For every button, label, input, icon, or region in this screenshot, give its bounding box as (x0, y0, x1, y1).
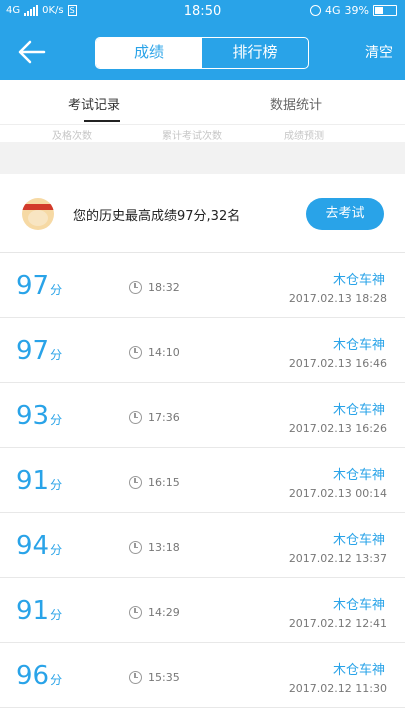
record-user: 木仓车神 (332, 533, 385, 548)
network-right-label: 4G (325, 4, 341, 17)
clock-icon (129, 671, 142, 684)
record-date: 2017.02.12 11:30 (288, 682, 387, 695)
record-score: 97分 (16, 271, 62, 305)
record-score: 91分 (16, 466, 62, 500)
tab-underline (84, 120, 120, 122)
stats-row: 及格次数 累计考试次数 成绩预测 (0, 124, 405, 143)
go-exam-button[interactable]: 去考试 (306, 198, 384, 230)
sub-tabs: 考试记录 数据统计 (0, 80, 405, 124)
record-date: 2017.02.12 12:41 (288, 617, 387, 630)
alarm-icon (310, 5, 322, 16)
record-duration: 14:10 (148, 346, 180, 359)
record-user: 木仓车神 (332, 468, 385, 483)
record-row[interactable]: 96分 15:35 木仓车神 2017.02.12 11:30 (0, 643, 405, 708)
score-unit: 分 (50, 673, 63, 687)
clock-icon (129, 541, 142, 554)
best-score-text: 您的历史最高成绩97分,32名 (73, 209, 241, 224)
score-value: 91 (16, 466, 50, 496)
clock-icon (129, 606, 142, 619)
record-user: 木仓车神 (332, 273, 385, 288)
stat-total-exams: 累计考试次数 (162, 131, 222, 142)
segment-control: 成绩 排行榜 (95, 37, 309, 69)
record-row[interactable]: 94分 13:18 木仓车神 2017.02.12 13:37 (0, 513, 405, 578)
battery-icon (373, 5, 397, 16)
record-row[interactable]: 97分 18:32 木仓车神 2017.02.13 18:28 (0, 253, 405, 318)
status-right: 4G 39% (310, 4, 397, 17)
record-score: 97分 (16, 336, 62, 370)
clock-icon (129, 411, 142, 424)
record-user: 木仓车神 (332, 598, 385, 613)
record-date: 2017.02.13 18:28 (288, 292, 387, 305)
tab-scores[interactable]: 成绩 (96, 38, 202, 68)
records-list: 97分 18:32 木仓车神 2017.02.13 18:28 97分 14:10 木仓车神… (0, 253, 405, 708)
record-row[interactable]: 91分 16:15 木仓车神 2017.02.13 00:14 (0, 448, 405, 513)
clock-icon (129, 346, 142, 359)
record-date: 2017.02.13 00:14 (288, 487, 387, 500)
record-score: 91分 (16, 596, 62, 630)
clock-icon (129, 476, 142, 489)
stat-pass-count: 及格次数 (52, 131, 92, 142)
score-unit: 分 (50, 543, 63, 557)
record-duration: 17:36 (148, 411, 180, 424)
record-duration: 18:32 (148, 281, 180, 294)
score-value: 97 (16, 271, 50, 301)
battery-percent: 39% (344, 4, 369, 17)
best-score-card: 您的历史最高成绩97分,32名 去考试 (0, 174, 405, 253)
clock-icon (129, 281, 142, 294)
record-score: 94分 (16, 531, 62, 565)
record-row[interactable]: 97分 14:10 木仓车神 2017.02.13 16:46 (0, 318, 405, 383)
section-gap (0, 142, 405, 174)
score-value: 96 (16, 661, 50, 691)
score-unit: 分 (50, 608, 63, 622)
status-bar: 4G 0K/s S 18:50 4G 39% (0, 0, 405, 24)
tab-ranking[interactable]: 排行榜 (202, 38, 308, 68)
stat-score-prediction: 成绩预测 (284, 131, 324, 142)
score-unit: 分 (50, 478, 63, 492)
arrow-left-icon (18, 40, 46, 64)
record-duration: 14:29 (148, 606, 180, 619)
record-user: 木仓车神 (332, 663, 385, 678)
record-score: 93分 (16, 401, 62, 435)
record-row[interactable]: 91分 14:29 木仓车神 2017.02.12 12:41 (0, 578, 405, 643)
record-date: 2017.02.13 16:26 (288, 422, 387, 435)
score-unit: 分 (50, 348, 63, 362)
back-button[interactable] (14, 36, 50, 68)
clear-button[interactable]: 清空 (365, 42, 393, 62)
tab-exam-records[interactable]: 考试记录 (68, 94, 120, 113)
record-score: 96分 (16, 661, 62, 695)
record-user: 木仓车神 (332, 403, 385, 418)
score-unit: 分 (50, 413, 63, 427)
record-duration: 16:15 (148, 476, 180, 489)
record-row[interactable]: 93分 17:36 木仓车神 2017.02.13 16:26 (0, 383, 405, 448)
record-date: 2017.02.12 13:37 (288, 552, 387, 565)
score-unit: 分 (50, 283, 63, 297)
record-user: 木仓车神 (332, 338, 385, 353)
score-value: 97 (16, 336, 50, 366)
avatar (22, 198, 54, 230)
record-duration: 13:18 (148, 541, 180, 554)
record-date: 2017.02.13 16:46 (288, 357, 387, 370)
score-value: 93 (16, 401, 50, 431)
score-value: 91 (16, 596, 50, 626)
record-duration: 15:35 (148, 671, 180, 684)
header: 成绩 排行榜 清空 (0, 24, 405, 80)
score-value: 94 (16, 531, 50, 561)
tab-data-stats[interactable]: 数据统计 (270, 94, 322, 113)
